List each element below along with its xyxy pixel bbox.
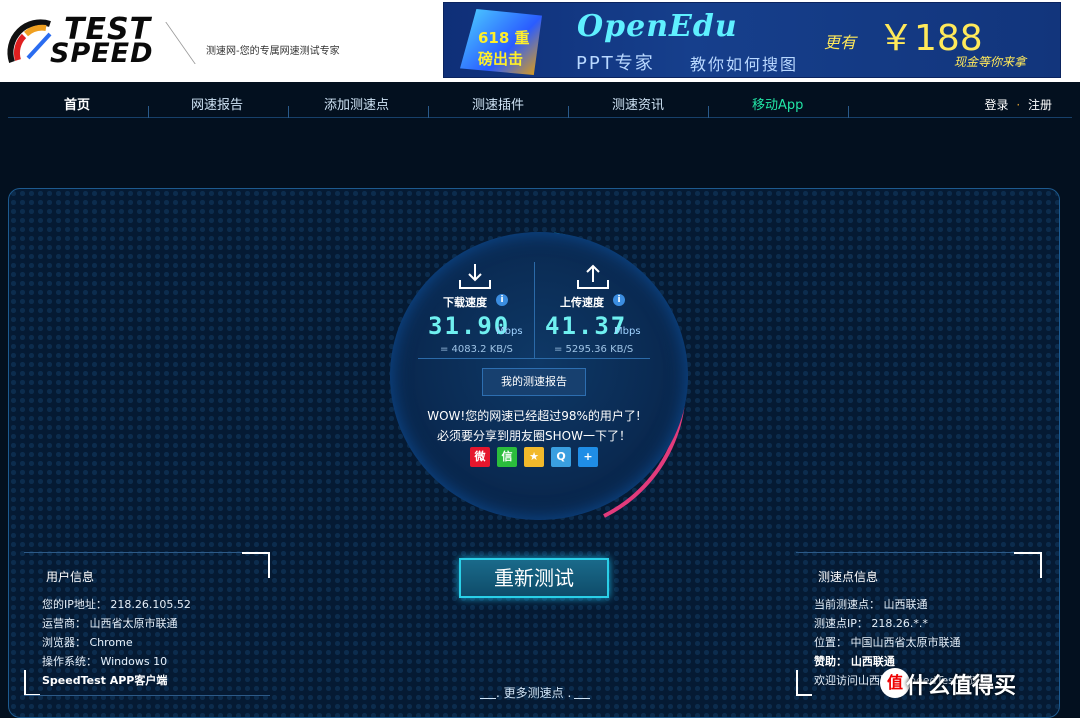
ad-cash-note: 现金等你来拿 [954, 55, 1027, 69]
user-os: 操作系统： Windows 10 [42, 655, 168, 668]
download-label: 下载速度 [443, 296, 487, 309]
site-slogan: 测速网-您的专属网速测试专家 [206, 46, 340, 57]
speedtest-logo[interactable]: TEST SPEED [6, 12, 172, 69]
download-info-icon[interactable]: i [496, 294, 508, 306]
my-report-button[interactable]: 我的测速报告 [482, 368, 586, 396]
tencent-weibo-icon[interactable]: Q [551, 447, 571, 467]
logo-text-speed: SPEED [50, 38, 154, 69]
ad-subtitle-right: 教你如何搜图 [690, 55, 799, 74]
nav-separator [288, 106, 289, 118]
upload-label: 上传速度 [560, 296, 604, 309]
speed-underline [418, 358, 650, 359]
nav-separator [848, 106, 849, 118]
user-info-box: 用户信息 您的IP地址： 218.26.105.52 运营商： 山西省太原市联通… [24, 552, 270, 696]
nav-separator [148, 106, 149, 118]
ad-banner[interactable]: 618 重磅出击 OpenEdu PPT专家 教你如何搜图 更有 ￥188 现金… [443, 2, 1061, 78]
more-left-line [480, 698, 496, 699]
node-sponsor: 赞助： 山西联通 [814, 655, 895, 668]
box-border [24, 695, 270, 696]
download-icon [459, 264, 491, 289]
register-link[interactable]: 注册 [1028, 98, 1052, 112]
node-current: 当前测速点： 山西联通 [814, 598, 928, 611]
top-header: TEST SPEED 测速网-您的专属网速测试专家 618 重磅出击 OpenE… [0, 0, 1080, 82]
main-nav: 首页 网速报告 添加测速点 测速插件 测速资讯 移动App 登录 · 注册 [8, 84, 1072, 118]
box-corner [796, 670, 812, 696]
upload-info-icon[interactable]: i [613, 294, 625, 306]
more-right-line [574, 698, 590, 699]
nav-separator [428, 106, 429, 118]
ad-subtitle-left: PPT专家 [576, 53, 655, 74]
user-isp: 运营商： 山西省太原市联通 [42, 617, 178, 630]
download-kbs: = 4083.2 KB/S [440, 344, 513, 355]
more-nodes-link[interactable]: . 更多测速点 . [496, 684, 571, 701]
site-watermark: 什么值得买 [906, 674, 1017, 699]
upload-kbs: = 5295.36 KB/S [554, 344, 634, 355]
qzone-icon[interactable]: ★ [524, 447, 544, 467]
ad-extra: 更有 [824, 33, 857, 52]
nav-separator [568, 106, 569, 118]
node-info-title: 测速点信息 [818, 570, 879, 584]
box-corner [1014, 552, 1042, 578]
result-message-line1: WOW!您的网速已经超过98%的用户了! [427, 409, 641, 423]
speed-divider [534, 262, 535, 358]
ad-title: OpenEdu [577, 9, 738, 44]
retest-button[interactable]: 重新测试 [459, 558, 609, 598]
node-ip: 测速点IP： 218.26.*.* [814, 617, 928, 630]
nav-mobile-app[interactable]: 移动App [752, 94, 803, 113]
result-message-line2: 必须要分享到朋友圈SHOW一下了！ [437, 429, 631, 443]
box-border [796, 552, 1014, 553]
more-share-icon[interactable]: + [578, 447, 598, 467]
download-unit: Mbps [496, 326, 523, 337]
ad-618-badge: 618 重磅出击 [460, 9, 542, 75]
node-location: 位置： 中国山西省太原市联通 [814, 636, 961, 649]
upload-icon [577, 264, 609, 289]
box-corner [24, 670, 40, 696]
login-link[interactable]: 登录 [984, 98, 1008, 112]
nav-news[interactable]: 测速资讯 [612, 94, 664, 113]
box-border [24, 552, 242, 553]
auth-dot: · [1016, 98, 1021, 112]
nav-home[interactable]: 首页 [64, 94, 90, 113]
app-client-link[interactable]: SpeedTest APP客户端 [42, 672, 167, 688]
wechat-icon[interactable]: 信 [497, 447, 517, 467]
nav-speed-report[interactable]: 网速报告 [191, 94, 243, 113]
upload-unit: Mbps [614, 326, 641, 337]
auth-links: 登录 · 注册 [984, 96, 1052, 113]
weibo-icon[interactable]: 微 [470, 447, 490, 467]
nav-add-node[interactable]: 添加测速点 [324, 94, 389, 113]
user-info-title: 用户信息 [46, 570, 95, 584]
nav-plugins[interactable]: 测速插件 [472, 94, 524, 113]
user-browser: 浏览器： Chrome [42, 636, 133, 649]
box-corner [242, 552, 270, 578]
result-message: WOW!您的网速已经超过98%的用户了! 必须要分享到朋友圈SHOW一下了！ [400, 406, 668, 446]
user-ip: 您的IP地址： 218.26.105.52 [42, 598, 191, 611]
nav-separator [708, 106, 709, 118]
